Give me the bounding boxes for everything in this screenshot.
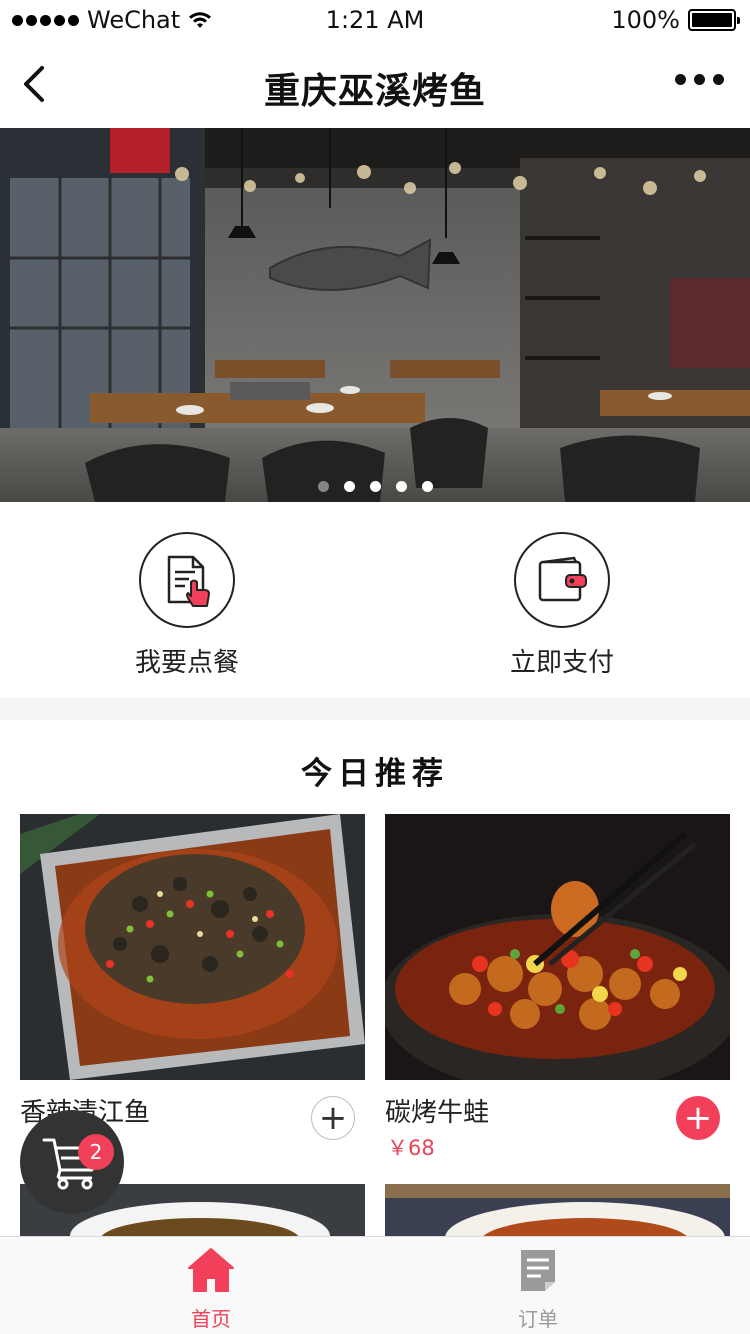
battery-icon <box>688 9 740 31</box>
order-icon <box>167 555 210 607</box>
home-icon <box>188 1248 234 1292</box>
tab-bar: 首页 订单 <box>0 1236 750 1334</box>
more-icon[interactable] <box>675 74 724 85</box>
dish-price: ￥68 <box>387 1136 435 1160</box>
pay-action-button[interactable]: 立即支付 <box>452 532 672 679</box>
quick-actions: 我要点餐 立即支付 <box>0 502 750 698</box>
cart-count-badge: 2 <box>78 1134 114 1170</box>
carousel-dot[interactable] <box>395 481 407 492</box>
plus-icon: + <box>318 1098 348 1138</box>
carousel-dot[interactable] <box>421 481 433 492</box>
tab-orders-label: 订单 <box>518 1307 558 1331</box>
battery-percent: 100% <box>611 6 680 34</box>
dish-photo <box>20 814 365 1080</box>
banner-carousel[interactable] <box>0 128 750 502</box>
order-action-label: 我要点餐 <box>134 648 239 678</box>
order-icon-circle <box>139 532 235 628</box>
dish-name: 碳烤牛蛙 <box>385 1098 490 1128</box>
dish-photo <box>385 1184 730 1236</box>
status-right: 100% <box>611 6 740 34</box>
section-title: 今日推荐 <box>301 756 449 792</box>
tab-home[interactable]: 首页 <box>141 1247 281 1332</box>
carousel-indicator <box>0 481 750 492</box>
dish-card[interactable]: 碳烤牛蛙 ￥68 + <box>385 814 730 1160</box>
wallet-icon <box>538 556 587 602</box>
carousel-dot[interactable] <box>317 481 329 492</box>
page-title: 重庆巫溪烤鱼 <box>263 71 486 112</box>
tab-orders[interactable]: 订单 <box>468 1247 608 1332</box>
pay-action-label: 立即支付 <box>509 648 614 678</box>
plus-icon: + <box>683 1098 713 1138</box>
status-bar: WeChat 1:21 AM 100% <box>0 0 750 40</box>
restaurant-photo <box>0 128 750 502</box>
dish-card[interactable] <box>385 1184 730 1236</box>
carousel-dot[interactable] <box>343 481 355 492</box>
cart-button[interactable]: 2 <box>20 1110 124 1214</box>
tab-home-label: 首页 <box>191 1307 231 1331</box>
add-to-cart-button[interactable]: + <box>311 1096 355 1140</box>
wallet-icon-circle <box>514 532 610 628</box>
dish-card[interactable]: 香辣清江鱼 ￥ + <box>20 814 365 1160</box>
order-action-button[interactable]: 我要点餐 <box>77 532 297 679</box>
order-list-icon <box>521 1250 555 1291</box>
dish-photo <box>385 814 730 1080</box>
nav-bar: 重庆巫溪烤鱼 <box>0 40 750 128</box>
carousel-dot[interactable] <box>369 481 381 492</box>
add-to-cart-button[interactable]: + <box>676 1096 720 1140</box>
section-divider <box>0 698 750 720</box>
